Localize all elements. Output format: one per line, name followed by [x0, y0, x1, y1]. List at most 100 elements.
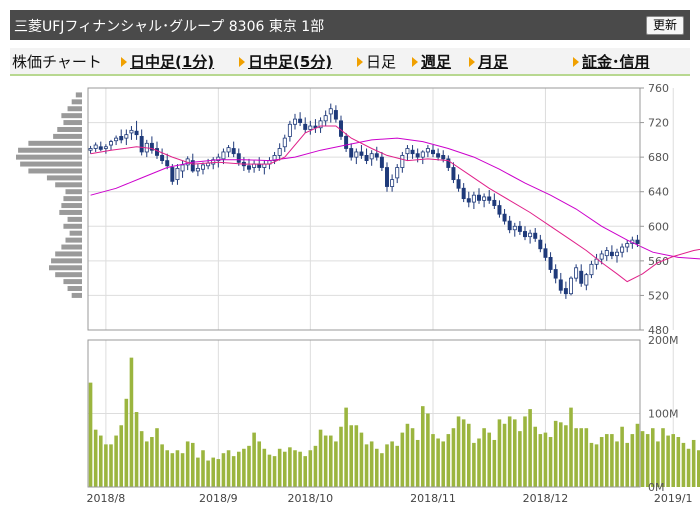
volume-bar — [267, 454, 272, 487]
volume-bar — [308, 450, 313, 487]
volume-bar — [579, 428, 584, 487]
candle-body — [507, 220, 512, 231]
candle-body — [98, 146, 103, 150]
short-moving-average-line — [90, 125, 700, 283]
volume-profile-bar — [71, 292, 82, 298]
volume-bar — [584, 428, 589, 487]
candle-body — [328, 108, 333, 115]
volume-bar — [487, 432, 492, 487]
volume-bar — [395, 445, 400, 487]
candle-body — [390, 179, 395, 187]
candle-body — [436, 153, 441, 158]
volume-profile-bar — [61, 244, 82, 250]
volume-bar — [374, 448, 379, 487]
long-moving-average-line — [90, 137, 700, 260]
candle-body — [374, 153, 379, 158]
candle-body — [124, 134, 129, 139]
volume-profile-bar — [55, 251, 82, 257]
candle-body — [609, 251, 614, 257]
volume-bar — [666, 435, 670, 487]
candle-body — [625, 243, 630, 248]
volume-bar — [497, 419, 502, 487]
candle-body — [528, 232, 533, 238]
volume-bar — [134, 412, 139, 487]
candle-body — [247, 165, 251, 170]
candle-body — [512, 225, 517, 231]
candle-body — [195, 167, 200, 172]
candle-body — [287, 123, 292, 137]
candle-body — [155, 148, 159, 156]
volume-bar — [645, 434, 650, 487]
volume-bar — [231, 456, 236, 487]
candle-body — [93, 144, 98, 149]
volume-bar — [502, 423, 507, 487]
volume-bar — [533, 426, 538, 487]
volume-bar — [558, 422, 563, 487]
volume-profile-bar — [20, 161, 82, 167]
volume-profile-bar — [65, 237, 82, 243]
volume-profile-bar — [69, 230, 82, 236]
volume-bar — [436, 438, 440, 487]
volume-bar — [160, 444, 164, 487]
volume-profile-bar — [67, 216, 82, 222]
candle-body — [466, 198, 471, 203]
volume-bar — [155, 428, 159, 487]
volume-bar — [247, 445, 251, 487]
volume-bar — [165, 450, 170, 487]
volume-bar — [170, 453, 175, 487]
volume-bar — [400, 432, 405, 487]
volume-profile-bar — [57, 126, 82, 132]
volume-bar — [512, 419, 517, 487]
candle-body — [395, 167, 400, 179]
volume-bar — [323, 435, 328, 487]
volume-bar — [252, 432, 256, 487]
candle-body — [543, 248, 548, 258]
volume-bar — [671, 434, 676, 487]
date-tick-label: 2018/9 — [199, 492, 238, 505]
volume-bar — [150, 437, 154, 487]
candle-body — [599, 253, 604, 260]
candle-body — [298, 118, 303, 123]
volume-bar — [257, 441, 262, 487]
volume-bar — [190, 442, 195, 487]
volume-bar — [364, 444, 369, 487]
date-tick-label: 2018/11 — [410, 492, 456, 505]
volume-bar — [543, 432, 548, 487]
volume-bar — [298, 451, 302, 487]
volume-bar — [691, 439, 696, 487]
volume-profile-bar — [65, 189, 82, 195]
volume-bar — [359, 432, 364, 487]
candle-body — [349, 148, 354, 158]
volume-bar — [318, 429, 323, 487]
candle-body — [553, 269, 558, 279]
price-grid — [88, 87, 674, 331]
volume-bar — [114, 435, 118, 487]
volume-bar — [456, 416, 461, 487]
volume-bar — [201, 450, 205, 487]
volume-bar — [492, 439, 497, 487]
volume-bar — [185, 441, 190, 487]
volume-bar — [599, 437, 604, 487]
volume-tick-label: 200M — [648, 334, 679, 347]
volume-bar — [242, 448, 246, 487]
volume-bars — [88, 357, 700, 487]
price-tick-label: 720 — [648, 117, 669, 130]
volume-bar — [640, 431, 645, 487]
candle-body — [129, 129, 134, 134]
volume-bar — [553, 420, 558, 487]
volume-profile-bar — [49, 265, 82, 271]
volume-bar — [385, 444, 389, 487]
volume-profile-bar — [63, 223, 82, 229]
volume-bar — [216, 459, 221, 487]
volume-bar — [569, 407, 573, 487]
volume-bar — [686, 448, 691, 487]
volume-profile-bar — [63, 120, 82, 126]
candle-body — [563, 288, 568, 295]
volume-tick-label: 100M — [648, 408, 679, 421]
volume-bar — [466, 423, 471, 487]
volume-bar — [630, 434, 635, 487]
candle-body — [615, 251, 619, 257]
volume-profile-bar — [71, 99, 82, 105]
candle-body — [589, 263, 594, 276]
candle-body — [114, 137, 119, 142]
